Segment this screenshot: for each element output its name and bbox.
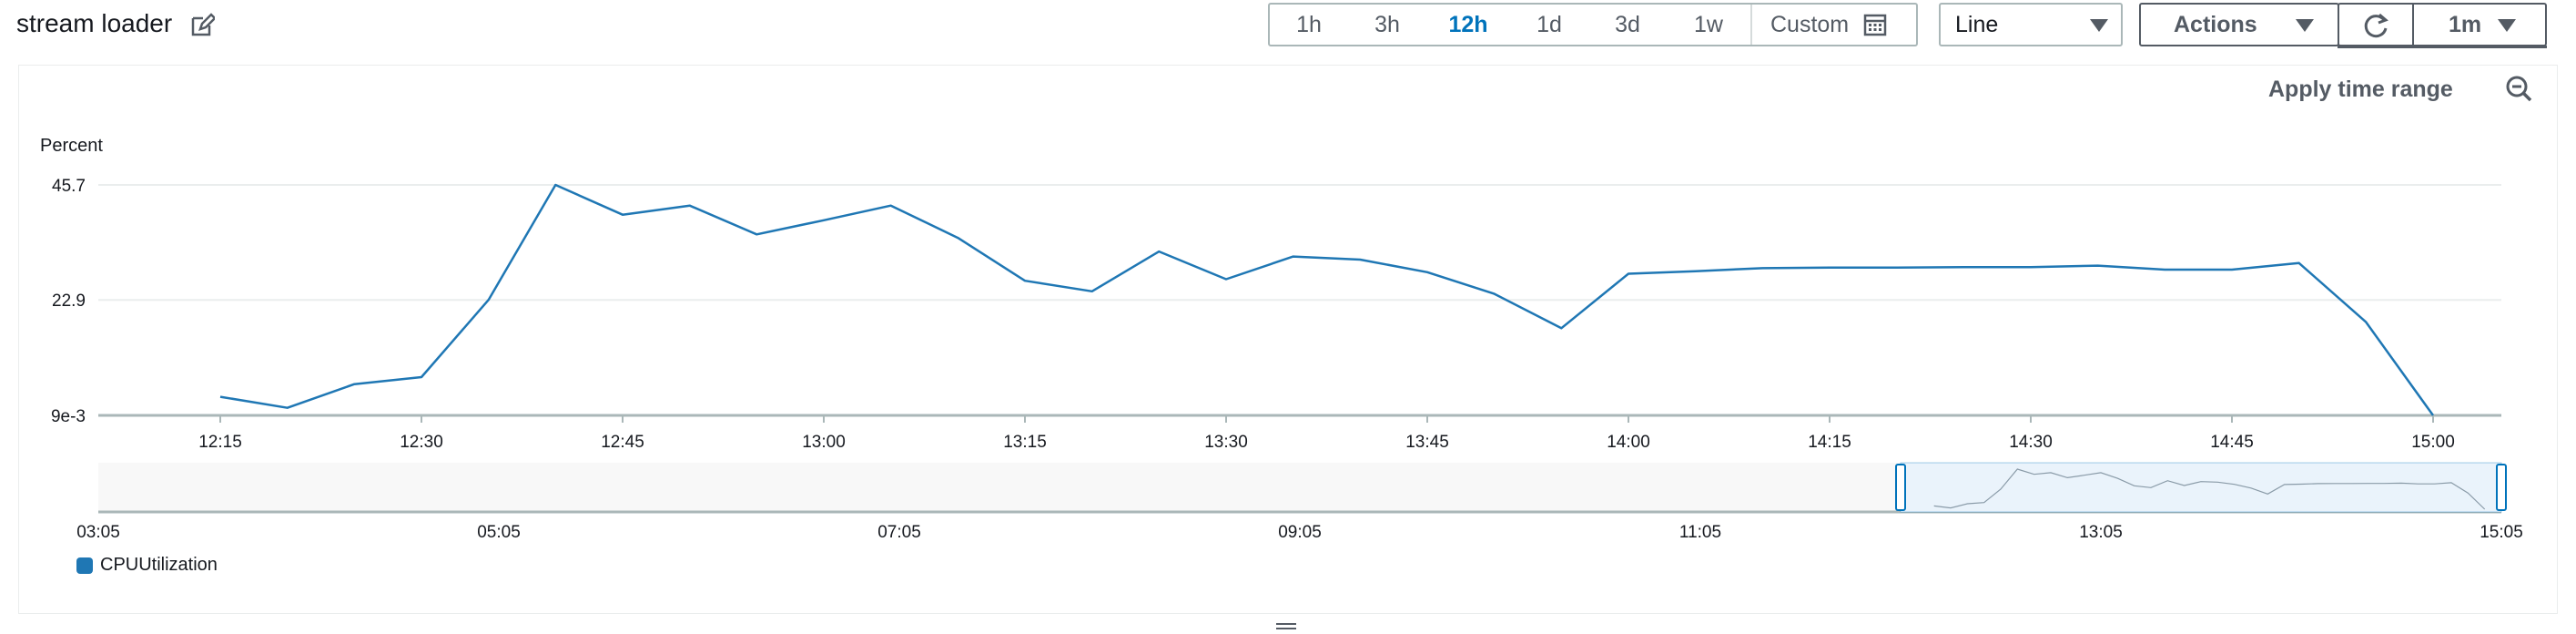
navigator-tick-label: 03:05 xyxy=(76,523,120,542)
x-tick-label: 14:15 xyxy=(1808,433,1851,452)
navigator-handle-right xyxy=(2496,464,2507,511)
y-tick-label: 22.9 xyxy=(52,291,86,311)
x-tick-label: 13:45 xyxy=(1405,433,1449,452)
navigator-handle-left xyxy=(1895,464,1906,511)
x-tick-label: 14:30 xyxy=(2009,433,2053,452)
legend-swatch-cpuutilization[interactable] xyxy=(76,557,93,574)
cpu-line-chart: Percent 45.7 22.9 9e-3 12:15 12:30 12:45 13:00 1… xyxy=(40,136,2523,542)
navigator-tick-label: 11:05 xyxy=(1679,523,1721,542)
x-tick-label: 12:45 xyxy=(601,433,644,452)
time-navigator[interactable]: 03:05 05:05 07:05 09:05 11:05 13:05 15:05 xyxy=(76,462,2523,542)
navigator-selection xyxy=(1900,462,2502,513)
navigator-tick-label: 15:05 xyxy=(2480,523,2523,542)
navigator-tick-label: 13:05 xyxy=(2079,523,2123,542)
y-axis-label: Percent xyxy=(40,136,103,156)
navigator-tick-label: 05:05 xyxy=(477,523,521,542)
y-tick-label: 9e-3 xyxy=(51,407,86,426)
navigator-tick-label: 07:05 xyxy=(877,523,921,542)
y-tick-label: 45.7 xyxy=(52,177,86,196)
x-tick-label: 13:00 xyxy=(802,433,846,452)
navigator-tick-label: 09:05 xyxy=(1278,523,1322,542)
resize-handle-icon[interactable] xyxy=(1276,623,1296,634)
x-tick-label: 13:15 xyxy=(1003,433,1047,452)
x-tick-label: 14:45 xyxy=(2210,433,2254,452)
x-tick-label: 14:00 xyxy=(1607,433,1650,452)
x-tick-label: 13:30 xyxy=(1204,433,1248,452)
x-tick-label: 12:30 xyxy=(400,433,443,452)
main-plot: Percent 45.7 22.9 9e-3 12:15 12:30 12:45 13:00 1… xyxy=(40,136,2501,452)
x-tick-label: 15:00 xyxy=(2411,433,2455,452)
x-tick-label: 12:15 xyxy=(198,433,242,452)
legend-label-cpuutilization[interactable]: CPUUtilization xyxy=(100,555,218,576)
